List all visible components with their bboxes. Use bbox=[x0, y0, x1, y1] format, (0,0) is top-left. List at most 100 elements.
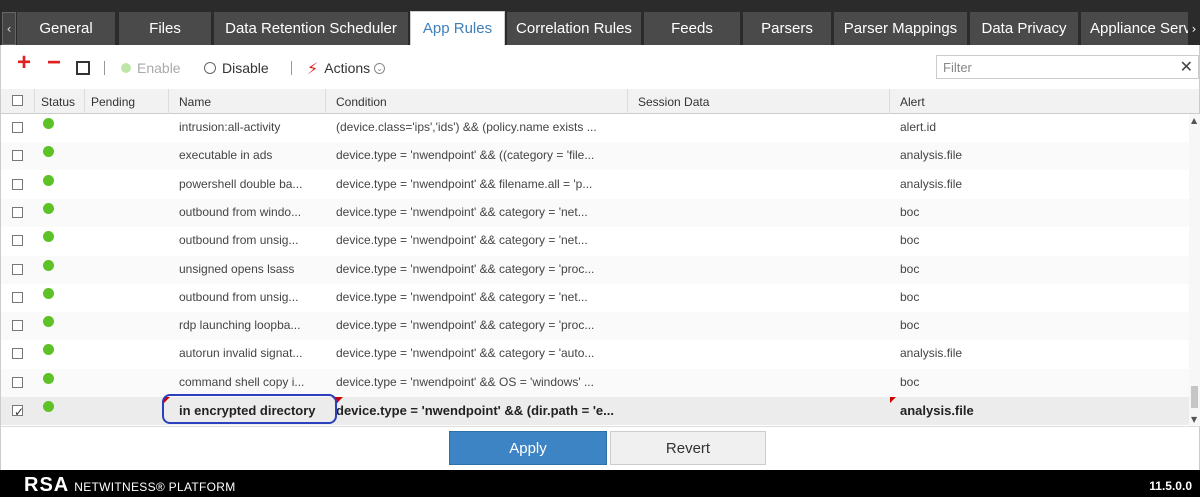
status-enabled-icon bbox=[43, 260, 54, 271]
rule-name-cell: autorun invalid signat... bbox=[179, 346, 303, 360]
check-icon: ✓ bbox=[14, 405, 25, 419]
enable-status-icon bbox=[121, 63, 131, 73]
app-rules-grid: Status Pending Name Condition Session Da… bbox=[0, 89, 1200, 426]
rule-name-cell: command shell copy i... bbox=[179, 375, 305, 389]
table-row[interactable]: rdp launching loopba... device.type = 'nw… bbox=[1, 312, 1189, 340]
rule-condition-cell: device.type = 'nwendpoint' && ((category… bbox=[336, 148, 595, 162]
grid-scrollbar[interactable]: ▲ ▼ bbox=[1189, 114, 1200, 426]
toolbar-separator bbox=[291, 61, 292, 75]
status-enabled-icon bbox=[43, 288, 54, 299]
column-name[interactable]: Name bbox=[169, 89, 326, 114]
enable-label: Enable bbox=[137, 60, 181, 76]
status-enabled-icon bbox=[43, 175, 54, 186]
tab-correlation-rules[interactable]: Correlation Rules bbox=[507, 12, 641, 45]
rule-alert-cell: analysis.file bbox=[900, 148, 963, 162]
tab-data-retention-scheduler[interactable]: Data Retention Scheduler bbox=[214, 12, 408, 45]
table-row[interactable]: intrusion:all-activity (device.class='ips… bbox=[1, 114, 1189, 142]
table-row[interactable]: autorun invalid signat... device.type = '… bbox=[1, 340, 1189, 368]
clear-filter-icon[interactable]: ✕ bbox=[1180, 57, 1193, 76]
actions-menu-button[interactable]: ⚡ Actions ⌄ bbox=[307, 58, 386, 78]
add-rule-button[interactable]: + bbox=[17, 49, 31, 76]
column-status[interactable]: Status bbox=[35, 89, 85, 114]
select-all-checkbox[interactable] bbox=[12, 95, 23, 106]
table-row[interactable]: outbound from unsig... device.type = 'nwe… bbox=[1, 284, 1189, 312]
row-checkbox[interactable] bbox=[12, 264, 23, 275]
table-row[interactable]: unsigned opens lsass device.type = 'nwend… bbox=[1, 256, 1189, 284]
disable-button[interactable]: Disable bbox=[204, 58, 269, 78]
version-label: 11.5.0.0 bbox=[1149, 479, 1192, 493]
rule-alert-cell: analysis.file bbox=[900, 403, 974, 418]
disable-label: Disable bbox=[222, 60, 269, 76]
tab-app-rules[interactable]: App Rules bbox=[410, 11, 505, 45]
column-condition[interactable]: Condition bbox=[326, 89, 628, 114]
rule-condition-cell: device.type = 'nwendpoint' && category =… bbox=[336, 290, 588, 304]
table-row[interactable]: command shell copy i... device.type = 'nw… bbox=[1, 369, 1189, 397]
apply-button[interactable]: Apply bbox=[449, 431, 607, 465]
tab-feeds[interactable]: Feeds bbox=[644, 12, 740, 45]
rule-condition-cell: device.type = 'nwendpoint' && (dir.path … bbox=[336, 403, 614, 418]
tab-general[interactable]: General bbox=[17, 12, 115, 45]
table-row[interactable]: powershell double ba... device.type = 'nw… bbox=[1, 171, 1189, 199]
bolt-icon: ⚡ bbox=[307, 58, 319, 78]
footer-actions: Apply Revert bbox=[0, 426, 1200, 470]
tab-scroll-left-icon[interactable]: ‹ bbox=[2, 12, 16, 45]
status-enabled-icon bbox=[43, 203, 54, 214]
tab-parser-mappings[interactable]: Parser Mappings bbox=[834, 12, 967, 45]
table-row[interactable]: outbound from windo... device.type = 'nwe… bbox=[1, 199, 1189, 227]
row-checkbox[interactable] bbox=[12, 207, 23, 218]
row-checkbox[interactable] bbox=[12, 292, 23, 303]
rule-condition-cell: device.type = 'nwendpoint' && OS = 'wind… bbox=[336, 375, 594, 389]
actions-label: Actions bbox=[324, 60, 371, 76]
tab-parsers[interactable]: Parsers bbox=[743, 12, 831, 45]
row-checkbox[interactable] bbox=[12, 122, 23, 133]
status-enabled-icon bbox=[43, 401, 54, 412]
rule-name-cell: powershell double ba... bbox=[179, 177, 303, 191]
row-checkbox[interactable] bbox=[12, 377, 23, 388]
rule-condition-cell: device.type = 'nwendpoint' && category =… bbox=[336, 205, 588, 219]
tab-scroll-right-icon[interactable]: › bbox=[1188, 12, 1200, 45]
table-row[interactable]: outbound from unsig... device.type = 'nwe… bbox=[1, 227, 1189, 255]
scroll-down-icon[interactable]: ▼ bbox=[1191, 415, 1197, 424]
row-checkbox[interactable] bbox=[12, 235, 23, 246]
column-alert[interactable]: Alert bbox=[890, 89, 1199, 114]
toolbar-separator bbox=[104, 61, 105, 75]
rule-name-cell: outbound from windo... bbox=[179, 205, 302, 219]
column-pending[interactable]: Pending bbox=[85, 89, 169, 114]
rule-condition-cell: (device.class='ips','ids') && (policy.na… bbox=[336, 120, 597, 134]
disable-radio-icon bbox=[204, 62, 216, 74]
rule-alert-cell: boc bbox=[900, 233, 920, 247]
status-enabled-icon bbox=[43, 316, 54, 327]
filter-field: ✕ bbox=[936, 55, 1199, 79]
rule-name-cell: executable in ads bbox=[179, 148, 273, 162]
rule-name-cell: unsigned opens lsass bbox=[179, 262, 295, 276]
delete-rule-button[interactable]: − bbox=[47, 49, 61, 76]
rule-alert-cell: alert.id bbox=[900, 120, 937, 134]
pending-change-marker bbox=[890, 397, 896, 403]
edit-icon[interactable] bbox=[76, 61, 90, 75]
tab-files[interactable]: Files bbox=[119, 12, 211, 45]
select-all-cell bbox=[1, 89, 35, 114]
status-enabled-icon bbox=[43, 146, 54, 157]
rule-alert-cell: boc bbox=[900, 318, 920, 332]
row-checkbox[interactable] bbox=[12, 348, 23, 359]
scroll-up-icon[interactable]: ▲ bbox=[1191, 116, 1197, 125]
grid-header: Status Pending Name Condition Session Da… bbox=[1, 89, 1199, 114]
row-checkbox[interactable] bbox=[12, 179, 23, 190]
rsa-netwitness-logo: RSA NETWITNESS® PLATFORM bbox=[24, 474, 236, 497]
column-session-data[interactable]: Session Data bbox=[628, 89, 890, 114]
rule-name-cell: outbound from unsig... bbox=[179, 290, 299, 304]
tab-data-privacy[interactable]: Data Privacy bbox=[970, 12, 1078, 45]
row-checkbox[interactable] bbox=[12, 320, 23, 331]
enable-button[interactable]: Enable bbox=[121, 58, 181, 78]
chevron-down-icon: ⌄ bbox=[374, 62, 386, 74]
revert-button[interactable]: Revert bbox=[610, 431, 766, 465]
tab-appliance-services[interactable]: Appliance Serv bbox=[1081, 12, 1191, 45]
row-checkbox[interactable] bbox=[12, 150, 23, 161]
logo-product: NETWITNESS® PLATFORM bbox=[74, 480, 236, 494]
row-checkbox[interactable]: ✓ bbox=[12, 405, 25, 419]
rule-condition-cell: device.type = 'nwendpoint' && category =… bbox=[336, 262, 595, 276]
filter-input[interactable] bbox=[943, 59, 1168, 75]
table-row[interactable]: executable in ads device.type = 'nwendpoi… bbox=[1, 142, 1189, 170]
app-status-bar: RSA NETWITNESS® PLATFORM 11.5.0.0 bbox=[0, 470, 1200, 497]
scrollbar-thumb[interactable] bbox=[1191, 386, 1198, 408]
